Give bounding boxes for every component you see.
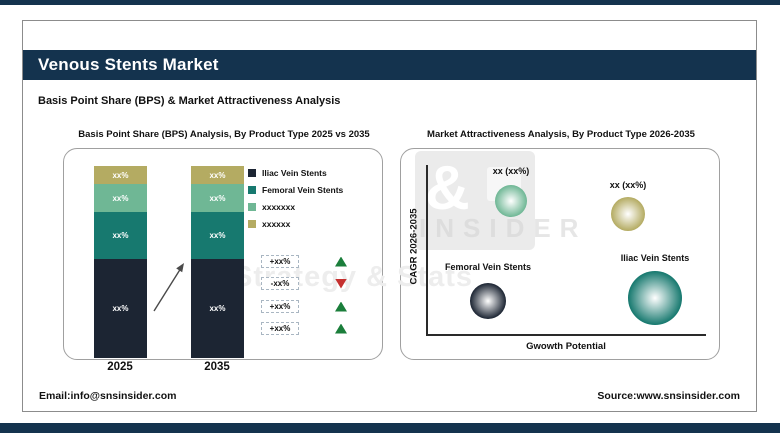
trend-down-icon bbox=[335, 279, 347, 289]
bps-chart-title: Basis Point Share (BPS) Analysis, By Pro… bbox=[63, 129, 385, 140]
x-axis-label-2025: 2025 bbox=[90, 361, 150, 373]
legend-label: xxxxxxx bbox=[262, 202, 295, 212]
bubble-femoral-vein-stents bbox=[470, 283, 506, 319]
legend-swatch bbox=[248, 203, 256, 211]
trend-up-icon bbox=[335, 302, 347, 312]
segment-value: xx% bbox=[209, 304, 225, 313]
content-frame: Venous Stents Market Basis Point Share (… bbox=[22, 20, 757, 412]
bar-segment: xx% bbox=[94, 259, 147, 358]
bar-segment: xx% bbox=[191, 259, 244, 358]
bubble-label: Femoral Vein Stents bbox=[423, 262, 553, 272]
segment-value: xx% bbox=[112, 194, 128, 203]
bps-chart-panel: xx% xx% xx% xx% xx% xx% xx% xx% Iliac Ve… bbox=[63, 148, 383, 360]
x-axis-label-2035: 2035 bbox=[187, 361, 247, 373]
legend-label: Iliac Vein Stents bbox=[262, 168, 327, 178]
bps-change-row: -xx% bbox=[261, 277, 347, 290]
x-axis-line bbox=[426, 334, 706, 336]
segment-value: xx% bbox=[209, 194, 225, 203]
legend-label: Femoral Vein Stents bbox=[262, 185, 343, 195]
bubble-olive bbox=[611, 197, 645, 231]
attractiveness-chart-panel: CAGR 2026-2035 Gwowth Potential xx (xx%)… bbox=[400, 148, 720, 360]
segment-value: xx% bbox=[112, 231, 128, 240]
legend-item: Femoral Vein Stents bbox=[248, 181, 343, 198]
title-banner: Venous Stents Market bbox=[23, 50, 756, 80]
bps-change-value: -xx% bbox=[261, 277, 299, 290]
legend-item: xxxxxxx bbox=[248, 198, 343, 215]
bps-legend: Iliac Vein Stents Femoral Vein Stents xx… bbox=[248, 164, 343, 232]
segment-value: xx% bbox=[112, 171, 128, 180]
legend-item: xxxxxx bbox=[248, 215, 343, 232]
page-title: Venous Stents Market bbox=[23, 50, 756, 80]
bottom-accent-bar bbox=[0, 423, 780, 433]
footer-source: Source:www.snsinsider.com bbox=[597, 390, 740, 402]
legend-swatch bbox=[248, 186, 256, 194]
y-axis-title: CAGR 2026-2035 bbox=[409, 192, 420, 302]
bar-segment: xx% bbox=[94, 166, 147, 184]
footer-email: Email:info@snsinsider.com bbox=[39, 390, 176, 402]
stacked-bar-2025: xx% xx% xx% xx% bbox=[94, 166, 147, 358]
bar-segment: xx% bbox=[94, 184, 147, 212]
top-accent-bar bbox=[0, 0, 780, 5]
trend-up-icon bbox=[335, 324, 347, 334]
legend-swatch bbox=[248, 169, 256, 177]
segment-value: xx% bbox=[112, 304, 128, 313]
bar-segment: xx% bbox=[191, 184, 244, 212]
bps-change-row: +xx% bbox=[261, 322, 347, 335]
legend-label: xxxxxx bbox=[262, 219, 290, 229]
bps-change-value: +xx% bbox=[261, 322, 299, 335]
bar-segment: xx% bbox=[191, 166, 244, 184]
stacked-bar-2035: xx% xx% xx% xx% bbox=[191, 166, 244, 358]
attractiveness-chart-title: Market Attractiveness Analysis, By Produ… bbox=[400, 129, 722, 140]
bar-segment: xx% bbox=[191, 212, 244, 259]
bubble-label: xx (xx%) bbox=[563, 180, 693, 190]
y-axis-line bbox=[426, 165, 428, 335]
legend-swatch bbox=[248, 220, 256, 228]
bubble-seafoam bbox=[495, 185, 527, 217]
growth-arrow-icon bbox=[150, 259, 190, 317]
segment-value: xx% bbox=[209, 231, 225, 240]
legend-item: Iliac Vein Stents bbox=[248, 164, 343, 181]
bps-change-value: +xx% bbox=[261, 255, 299, 268]
trend-up-icon bbox=[335, 257, 347, 267]
bps-change-row: +xx% bbox=[261, 300, 347, 313]
page-subtitle: Basis Point Share (BPS) & Market Attract… bbox=[38, 95, 340, 107]
bps-change-row: +xx% bbox=[261, 255, 347, 268]
x-axis-title: Gwowth Potential bbox=[426, 341, 706, 352]
bps-change-value: +xx% bbox=[261, 300, 299, 313]
bubble-label: Iliac Vein Stents bbox=[590, 253, 720, 263]
bubble-label: xx (xx%) bbox=[446, 166, 576, 176]
segment-value: xx% bbox=[209, 171, 225, 180]
bubble-iliac-vein-stents bbox=[628, 271, 682, 325]
bar-segment: xx% bbox=[94, 212, 147, 259]
